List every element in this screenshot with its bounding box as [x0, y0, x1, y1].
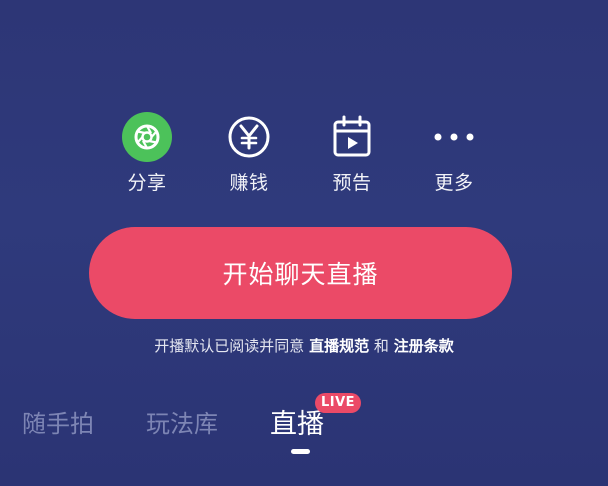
- yen-circle-icon: [228, 116, 270, 158]
- more-button[interactable]: 更多: [414, 112, 494, 196]
- share-button[interactable]: 分享: [107, 112, 187, 196]
- start-live-button[interactable]: 开始聊天直播: [89, 227, 512, 319]
- quick-actions: 分享 赚钱 预告 更多: [0, 112, 608, 196]
- start-live-label: 开始聊天直播: [222, 260, 379, 289]
- calendar-play-icon: [333, 115, 371, 157]
- preview-icon-wrap: [327, 112, 377, 162]
- more-icon-wrap: [429, 112, 479, 162]
- shutter-icon: [122, 112, 172, 162]
- preview-label: 预告: [332, 172, 372, 194]
- live-badge: LIVE: [315, 393, 362, 413]
- share-label: 分享: [127, 172, 167, 194]
- share-icon-wrap: [122, 112, 172, 162]
- earn-label: 赚钱: [229, 172, 269, 194]
- more-dots-icon: [434, 133, 474, 141]
- tab-snapshot[interactable]: 随手拍: [22, 404, 94, 439]
- tab-gameplay-library[interactable]: 玩法库: [146, 404, 218, 439]
- agreement-conjunction: 和: [373, 337, 389, 355]
- terms-link[interactable]: 注册条款: [394, 337, 454, 355]
- active-tab-indicator: [291, 449, 310, 454]
- earn-button[interactable]: 赚钱: [209, 112, 289, 196]
- agreement-text: 开播默认已阅读并同意 直播规范 和 注册条款: [0, 335, 608, 356]
- more-label: 更多: [434, 172, 474, 194]
- agreement-prefix: 开播默认已阅读并同意: [154, 337, 305, 355]
- earn-icon-wrap: [224, 112, 274, 162]
- live-rules-link[interactable]: 直播规范: [309, 337, 369, 355]
- preview-button[interactable]: 预告: [312, 112, 392, 196]
- mode-tabs: 随手拍 玩法库 直播: [0, 400, 608, 440]
